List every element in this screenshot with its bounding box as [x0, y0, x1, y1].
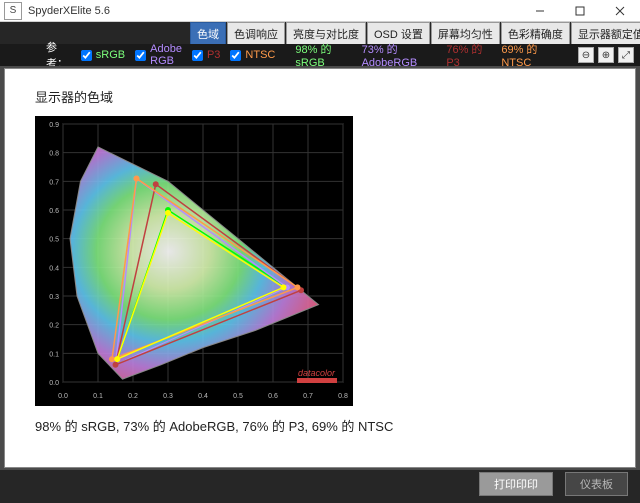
- checkbox-p3[interactable]: [192, 50, 203, 61]
- svg-text:0.4: 0.4: [198, 393, 208, 400]
- window-title: SpyderXElite 5.6: [28, 5, 110, 17]
- summary-text: 98% 的 sRGB, 73% 的 AdobeRGB, 76% 的 P3, 69…: [35, 416, 625, 435]
- zoom-fit-icon: ⤢: [622, 50, 630, 61]
- svg-text:0.0: 0.0: [58, 393, 68, 400]
- app-icon: S: [4, 2, 22, 20]
- svg-text:0.3: 0.3: [163, 393, 173, 400]
- checkbox-ntsc[interactable]: [230, 50, 241, 61]
- dashboard-button[interactable]: 仪表板: [565, 472, 628, 496]
- zoom-out-button[interactable]: ⊖: [578, 47, 594, 63]
- svg-text:0.4: 0.4: [49, 265, 59, 272]
- svg-text:0.0: 0.0: [49, 380, 59, 387]
- titlebar: S SpyderXElite 5.6: [0, 0, 640, 22]
- checkbox-srgb[interactable]: [81, 50, 92, 61]
- checkbox-adobergb[interactable]: [135, 50, 146, 61]
- tab-0[interactable]: 色域: [190, 22, 226, 44]
- zoom-in-button[interactable]: ⊕: [598, 47, 614, 63]
- svg-text:0.2: 0.2: [49, 323, 59, 330]
- ref-check-ntsc[interactable]: NTSC: [230, 43, 275, 67]
- gamut-chart: 0.0 0.1 0.2 0.3 0.4 0.5 0.6 0.7 0.8 0.0 0.1 0.2 0.3 0…: [35, 116, 353, 406]
- footer: 打印印印 仪表板: [0, 470, 640, 503]
- zoom-out-icon: ⊖: [582, 50, 590, 61]
- svg-text:0.6: 0.6: [268, 393, 278, 400]
- close-icon: [615, 6, 625, 16]
- content-area: 显示器的色域 0.0 0.1 0.2 0.3 0.4 0.5 0.6 0.7 0.8 0.0 0.1…: [0, 66, 640, 470]
- svg-text:0.6: 0.6: [49, 208, 59, 215]
- measurement-0: 98% 的 sRGB: [295, 41, 343, 69]
- brand-label: datacolor: [298, 368, 336, 378]
- ref-label-srgb: sRGB: [96, 49, 125, 61]
- svg-text:0.7: 0.7: [49, 179, 59, 186]
- ref-label-adobergb: Adobe RGB: [150, 43, 182, 67]
- minimize-icon: [535, 6, 545, 16]
- svg-text:0.8: 0.8: [338, 393, 348, 400]
- ref-check-p3[interactable]: P3: [192, 43, 220, 67]
- svg-text:0.3: 0.3: [49, 294, 59, 301]
- report-panel[interactable]: 显示器的色域 0.0 0.1 0.2 0.3 0.4 0.5 0.6 0.7 0.8 0.0 0.1…: [4, 68, 636, 468]
- zoom-in-icon: ⊕: [602, 50, 610, 61]
- ref-check-srgb[interactable]: sRGB: [81, 43, 125, 67]
- ref-label-ntsc: NTSC: [245, 49, 275, 61]
- maximize-button[interactable]: [560, 0, 600, 22]
- svg-text:0.5: 0.5: [49, 237, 59, 244]
- ref-label-p3: P3: [207, 49, 220, 61]
- svg-text:0.8: 0.8: [49, 151, 59, 158]
- tab-1[interactable]: 色调响应: [227, 22, 285, 44]
- reference-bar: 参考： sRGBAdobe RGBP3NTSC 98% 的 sRGB73% 的 …: [0, 44, 640, 66]
- svg-text:0.9: 0.9: [49, 122, 59, 129]
- minimize-button[interactable]: [520, 0, 560, 22]
- tab-6[interactable]: 显示器额定值: [571, 22, 640, 44]
- print-button[interactable]: 打印印印: [479, 472, 553, 496]
- svg-text:0.5: 0.5: [233, 393, 243, 400]
- measurement-2: 76% 的 P3: [446, 41, 483, 69]
- svg-text:0.2: 0.2: [128, 393, 138, 400]
- maximize-icon: [575, 6, 585, 16]
- svg-text:0.1: 0.1: [49, 351, 59, 358]
- zoom-fit-button[interactable]: ⤢: [618, 47, 634, 63]
- measurement-3: 69% 的 NTSC: [501, 41, 550, 69]
- svg-text:0.1: 0.1: [93, 393, 103, 400]
- close-button[interactable]: [600, 0, 640, 22]
- ref-check-adobergb[interactable]: Adobe RGB: [135, 43, 182, 67]
- measurement-1: 73% 的 AdobeRGB: [362, 41, 429, 69]
- panel-title: 显示器的色域: [35, 87, 625, 106]
- svg-text:0.7: 0.7: [303, 393, 313, 400]
